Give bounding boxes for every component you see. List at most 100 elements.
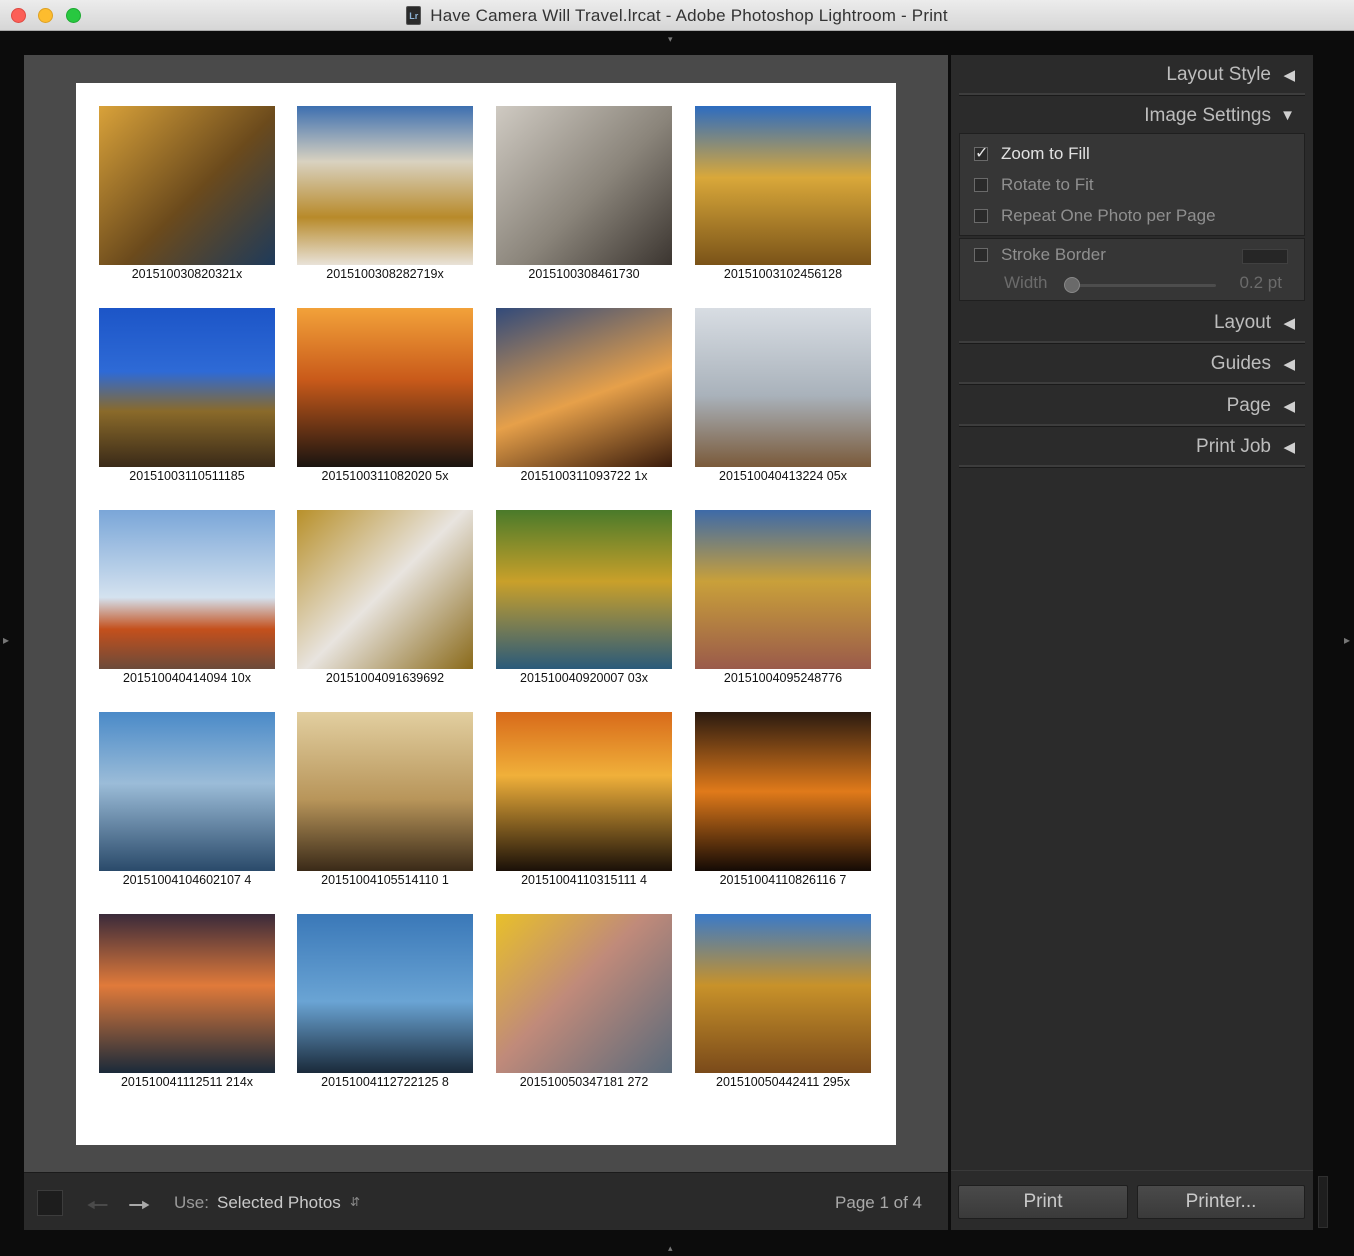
photo-thumbnail[interactable] — [695, 510, 871, 669]
page-preview-toggle-button[interactable] — [37, 1190, 63, 1216]
photo-cell[interactable]: 20151004095248776 — [695, 510, 871, 690]
photo-caption: 20151004110315111 4 — [521, 873, 647, 887]
width-slider-track[interactable] — [1070, 284, 1216, 287]
section-layout-style[interactable]: Layout Style ◀ — [951, 57, 1313, 93]
panel-scrollbar[interactable] — [1318, 1176, 1328, 1228]
photo-thumbnail[interactable] — [99, 914, 275, 1073]
print-page: 201510030820321x 2015100308282719x 2015100… — [76, 83, 896, 1145]
photo-cell[interactable]: 20151004110315111 4 — [496, 712, 672, 892]
photo-cell[interactable]: 2015100311093722 1x — [496, 308, 672, 488]
photo-thumbnail[interactable] — [99, 308, 275, 467]
photo-cell[interactable]: 2015100308461730 — [496, 106, 672, 286]
divider — [959, 382, 1305, 385]
photo-caption: 2015100308282719x — [326, 267, 444, 281]
photo-thumbnail[interactable] — [297, 914, 473, 1073]
print-preview-area: 201510030820321x 2015100308282719x 2015100… — [24, 55, 948, 1172]
section-guides[interactable]: Guides ◀ — [951, 346, 1313, 382]
section-label: Image Settings — [1144, 105, 1271, 126]
app-area: ▾ ▸ ▸ ▴ 201510030820321x 2015100308282719… — [0, 31, 1354, 1256]
photo-cell[interactable]: 20151004110826116 7 — [695, 712, 871, 892]
stroke-border-group: Stroke Border Width 0.2 pt — [959, 238, 1305, 301]
photo-cell[interactable]: 201510050347181 272 — [496, 914, 672, 1094]
photo-thumbnail[interactable] — [99, 712, 275, 871]
divider — [959, 465, 1305, 468]
expanded-arrow-icon: ▼ — [1280, 107, 1295, 124]
checkbox-icon[interactable] — [974, 178, 988, 192]
width-value[interactable]: 0.2 pt — [1239, 273, 1282, 293]
zoom-to-fill-checkbox[interactable]: Zoom to Fill — [974, 143, 1090, 164]
photo-thumbnail[interactable] — [695, 712, 871, 871]
width-slider-handle[interactable] — [1064, 277, 1080, 293]
photo-cell[interactable]: 20151004091639692 — [297, 510, 473, 690]
collapsed-arrow-icon: ◀ — [1283, 439, 1295, 456]
section-label: Guides — [1210, 353, 1271, 374]
photo-cell[interactable]: 201510040414094 10x — [99, 510, 275, 690]
photo-thumbnail[interactable] — [496, 712, 672, 871]
photo-caption: 201510040413224 05x — [719, 469, 847, 483]
photo-thumbnail[interactable] — [496, 510, 672, 669]
arrow-left-icon[interactable]: 🠔 — [86, 1187, 109, 1231]
section-label: Page — [1226, 395, 1271, 416]
photo-cell[interactable]: 2015100308282719x — [297, 106, 473, 286]
photo-cell[interactable]: 20151003110511185 — [99, 308, 275, 488]
photo-cell[interactable]: 201510041112511 214x — [99, 914, 275, 1094]
section-image-settings[interactable]: Image Settings ▼ — [951, 98, 1313, 134]
printer-button[interactable]: Printer... — [1137, 1185, 1305, 1219]
photo-caption: 201510040920007 03x — [520, 671, 648, 685]
photo-cell[interactable]: 201510040920007 03x — [496, 510, 672, 690]
photo-caption: 201510040414094 10x — [123, 671, 251, 685]
photo-thumbnail[interactable] — [496, 914, 672, 1073]
photo-thumbnail[interactable] — [496, 106, 672, 265]
divider — [959, 93, 1305, 96]
collapsed-arrow-icon: ◀ — [1283, 398, 1295, 415]
rotate-to-fit-checkbox[interactable]: Rotate to Fit — [974, 175, 1094, 195]
photo-thumbnail[interactable] — [297, 712, 473, 871]
photo-cell[interactable]: 201510040413224 05x — [695, 308, 871, 488]
photo-cell[interactable]: 2015100311082020 5x — [297, 308, 473, 488]
bottom-toolbar: 🠔 🠖 Use: Selected Photos ⇵ Page 1 of 4 — [24, 1172, 948, 1230]
photo-caption: 2015100311082020 5x — [321, 469, 449, 483]
photo-thumbnail[interactable] — [695, 308, 871, 467]
photo-caption: 20151003102456128 — [723, 267, 843, 281]
photo-thumbnail[interactable] — [297, 308, 473, 467]
top-panel-toggle-icon[interactable]: ▾ — [668, 34, 673, 45]
photo-caption: 20151004104602107 4 — [122, 873, 252, 887]
photo-thumbnail[interactable] — [297, 510, 473, 669]
photo-cell[interactable]: 201510050442411 295x — [695, 914, 871, 1094]
dropdown-arrows-icon[interactable]: ⇵ — [350, 1195, 360, 1209]
width-label: Width — [1004, 273, 1048, 292]
photo-thumbnail[interactable] — [695, 106, 871, 265]
stroke-color-swatch[interactable] — [1242, 249, 1288, 264]
photo-caption: 201510030820321x — [131, 267, 243, 281]
photo-cell[interactable]: 201510030820321x — [99, 106, 275, 286]
checkbox-label: Repeat One Photo per Page — [1001, 206, 1216, 225]
photo-thumbnail[interactable] — [496, 308, 672, 467]
photo-cell[interactable]: 20151004105514110 1 — [297, 712, 473, 892]
photo-thumbnail[interactable] — [99, 510, 275, 669]
checkbox-label: Stroke Border — [1001, 245, 1106, 264]
photo-cell[interactable]: 20151004104602107 4 — [99, 712, 275, 892]
photo-thumbnail[interactable] — [695, 914, 871, 1073]
section-print-job[interactable]: Print Job ◀ — [951, 429, 1313, 465]
checkbox-checked-icon[interactable] — [974, 143, 988, 163]
filmstrip-toggle-icon[interactable]: ▴ — [668, 1243, 673, 1254]
print-button[interactable]: Print — [958, 1185, 1128, 1219]
use-label: Use: — [174, 1193, 209, 1212]
photo-thumbnail[interactable] — [99, 106, 275, 265]
divider — [959, 341, 1305, 344]
use-selection-dropdown[interactable]: Selected Photos — [217, 1193, 341, 1213]
stroke-border-checkbox[interactable]: Stroke Border — [974, 245, 1106, 265]
left-panel-toggle-icon[interactable]: ▸ — [3, 633, 9, 647]
right-panel-toggle-icon[interactable]: ▸ — [1344, 633, 1350, 647]
photo-caption: 20151004105514110 1 — [321, 873, 449, 887]
checkbox-icon[interactable] — [974, 248, 988, 262]
arrow-right-icon[interactable]: 🠖 — [128, 1187, 151, 1231]
section-page[interactable]: Page ◀ — [951, 388, 1313, 424]
photo-cell[interactable]: 20151003102456128 — [695, 106, 871, 286]
page-indicator: Page 1 of 4 — [835, 1193, 922, 1212]
photo-cell[interactable]: 20151004112722125 8 — [297, 914, 473, 1094]
photo-thumbnail[interactable] — [297, 106, 473, 265]
section-layout[interactable]: Layout ◀ — [951, 305, 1313, 341]
repeat-one-photo-checkbox[interactable]: Repeat One Photo per Page — [974, 206, 1216, 226]
checkbox-icon[interactable] — [974, 209, 988, 223]
